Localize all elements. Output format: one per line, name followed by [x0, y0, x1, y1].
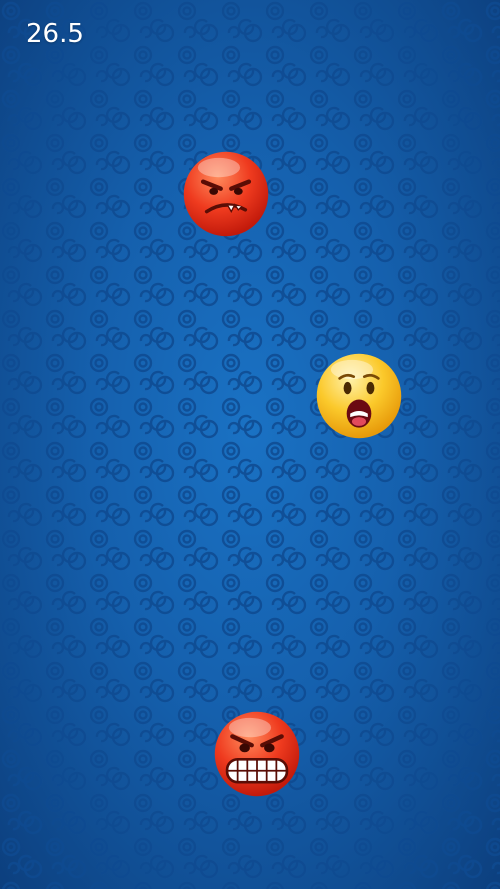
game-board[interactable]: 26.5 [0, 0, 500, 889]
grimace-red-emoji-icon[interactable] [213, 710, 301, 798]
shocked-yellow-emoji-icon[interactable] [315, 352, 403, 440]
timer-display: 26.5 [26, 19, 84, 49]
angry-red-emoji-icon[interactable] [182, 150, 270, 238]
